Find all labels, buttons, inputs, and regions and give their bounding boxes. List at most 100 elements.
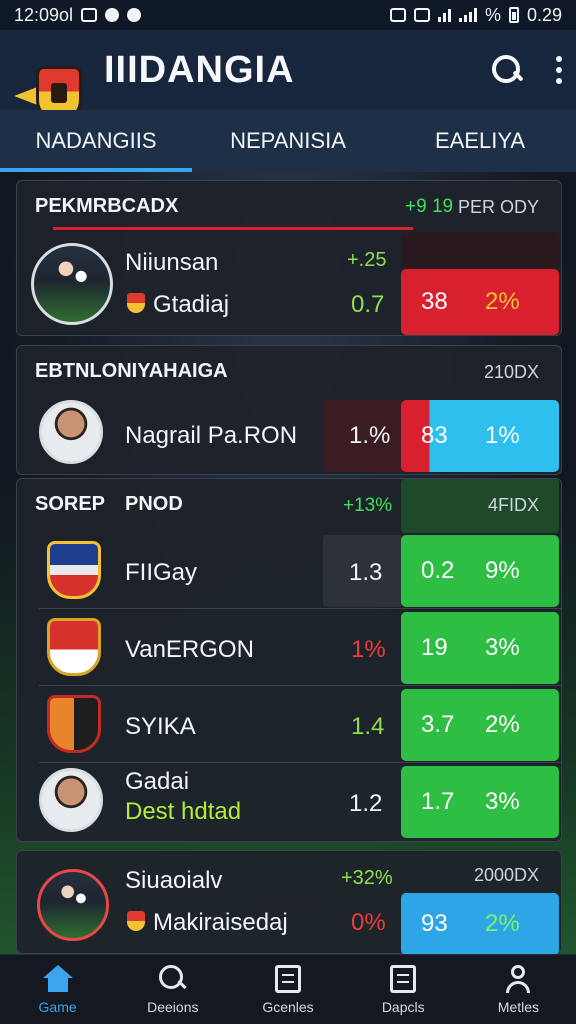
tab-label: NEPANISIA — [230, 128, 346, 153]
team-crest-icon — [47, 618, 101, 676]
odds-percent: 1% — [485, 422, 520, 449]
nav-item-gcenles[interactable]: Gcenles — [230, 955, 345, 1024]
list-item[interactable]: SYIKA 1.4 3.7 2% — [17, 687, 561, 763]
row-divider — [39, 608, 561, 609]
battery-percent: % — [484, 4, 501, 25]
search-icon[interactable] — [492, 55, 522, 85]
card-period[interactable]: PER ODY — [458, 197, 539, 218]
odds-percent: 3% — [485, 788, 520, 815]
player-name: Siuaoialv — [125, 867, 223, 894]
list-item[interactable]: Niiunsan Gtadiaj +.25 0.7 38 2% — [17, 233, 561, 335]
player-avatar — [39, 400, 103, 464]
odds-percent: 2% — [485, 910, 520, 937]
list-item[interactable]: Siuaoialv Makiraisedaj +32% 2000DX 0% 93… — [17, 851, 561, 955]
team-crest-icon — [47, 541, 101, 599]
tab-nepanisia[interactable]: NEPANISIA — [192, 110, 384, 172]
card-title: SOREP — [35, 493, 106, 515]
app-actions — [492, 55, 562, 85]
nav-label: Dapcls — [381, 998, 425, 1015]
odds-value: 0.2 — [421, 557, 455, 584]
cell-signal-icon — [458, 8, 477, 22]
nav-item-game[interactable]: Game — [0, 955, 115, 1024]
card-change: +9 19 — [405, 196, 454, 217]
player-avatar — [39, 768, 103, 832]
nav-label: Metles — [497, 998, 540, 1015]
card-header: EBTNLONIYAHAIGA 210DX — [17, 346, 561, 400]
row-divider — [39, 685, 561, 686]
tab-eaeliya[interactable]: EAELIYA — [384, 110, 576, 172]
list-item[interactable]: VanERGON 1% 19 3% — [17, 610, 561, 686]
player-avatar — [31, 243, 113, 325]
card-title-secondary: PNOD — [125, 493, 183, 515]
stat-value: 0% — [351, 909, 386, 936]
app-bar: IIIDANGIA — [0, 30, 576, 122]
stat-value: 1.% — [349, 422, 391, 449]
card-period[interactable]: 2000DX — [474, 865, 539, 886]
team-name: VanERGON — [125, 636, 254, 663]
odds-box[interactable]: 93 2% — [401, 893, 559, 955]
odds-box[interactable]: 0.2 9% — [401, 535, 559, 607]
team-name: FIIGay — [125, 559, 198, 586]
odds-percent: 3% — [485, 634, 520, 661]
status-bar: 12:09ol % 0.29 — [0, 0, 576, 30]
gallery-icon — [81, 8, 98, 22]
profile-icon — [504, 964, 532, 993]
status-clock-right: 0.29 — [526, 4, 562, 25]
odds-box[interactable]: 38 2% — [401, 269, 559, 335]
nav-item-dapcls[interactable]: Dapcls — [346, 955, 461, 1024]
card-period[interactable]: 4FIDX — [488, 495, 539, 516]
team-crest-icon — [127, 293, 145, 313]
odds-value: 19 — [421, 634, 448, 661]
odds-box[interactable]: 19 3% — [401, 612, 559, 684]
list-item[interactable]: Gadai Dest hdtad 1.2 1.7 3% — [17, 764, 561, 840]
card-title: EBTNLONIYAHAIGA — [35, 360, 228, 382]
card-period[interactable]: 210DX — [484, 362, 539, 383]
card-header: SOREP PNOD +13% 4FIDX — [17, 479, 561, 533]
odds-box[interactable]: 1.7 3% — [401, 766, 559, 838]
team-crest-icon — [47, 695, 101, 753]
stat-value: 1.3 — [349, 559, 383, 586]
nav-label: Game — [38, 998, 77, 1015]
team-name: SYIKA — [125, 713, 196, 740]
odds-box[interactable]: 3.7 2% — [401, 689, 559, 761]
tab-bar: NADANGIIS NEPANISIA EAELIYA — [0, 110, 576, 172]
nav-item-deeions[interactable]: Deeions — [115, 955, 230, 1024]
change-value: +32% — [341, 867, 393, 889]
tab-label: NADANGIIS — [35, 128, 157, 153]
list-icon — [275, 964, 301, 993]
change-value: +.25 — [347, 249, 387, 271]
card-title: PEKMRBCADX — [35, 195, 179, 217]
odds-percent: 2% — [485, 711, 520, 738]
odds-value: 93 — [421, 910, 448, 937]
odds-percent: 2% — [485, 288, 520, 315]
card-header: PEKMRBCADX +9 19 PER ODY — [17, 181, 561, 235]
status-time: 12:09ol — [14, 4, 74, 25]
odds-value: 3.7 — [421, 711, 455, 738]
stat-value: 1.2 — [349, 790, 383, 817]
home-icon — [42, 964, 73, 993]
message-icon — [127, 8, 142, 22]
player-name: Gadai — [125, 768, 190, 795]
nav-label: Deeions — [147, 998, 199, 1015]
notification-icon — [105, 8, 120, 22]
nav-item-metles[interactable]: Metles — [461, 955, 576, 1024]
bluetooth-icon — [389, 8, 406, 22]
odds-box[interactable]: 83 1% — [401, 400, 559, 472]
nav-label: Gcenles — [262, 998, 314, 1015]
card-header-underline — [53, 227, 413, 230]
wifi-icon — [437, 8, 451, 22]
team-crest-icon — [127, 911, 145, 931]
list-item[interactable]: Nagrail Pa.RON 1.% 83 1% — [17, 396, 561, 472]
row-divider — [39, 762, 561, 763]
more-vert-icon[interactable] — [556, 56, 562, 84]
list-item[interactable]: FIIGay 1.3 0.2 9% — [17, 533, 561, 609]
leaderboard-card: SOREP PNOD +13% 4FIDX FIIGay 1.3 0.2 9% … — [16, 478, 562, 842]
tab-nadangiis[interactable]: NADANGIIS — [0, 110, 192, 172]
stat-value: 0.7 — [351, 291, 385, 318]
stat-cell-bg — [401, 233, 559, 269]
player-name: Niiunsan — [125, 249, 219, 276]
odds-value: 83 — [421, 422, 448, 449]
player-avatar — [37, 869, 109, 941]
status-left: 12:09ol — [14, 4, 142, 26]
player-team: Dest hdtad — [125, 798, 242, 825]
